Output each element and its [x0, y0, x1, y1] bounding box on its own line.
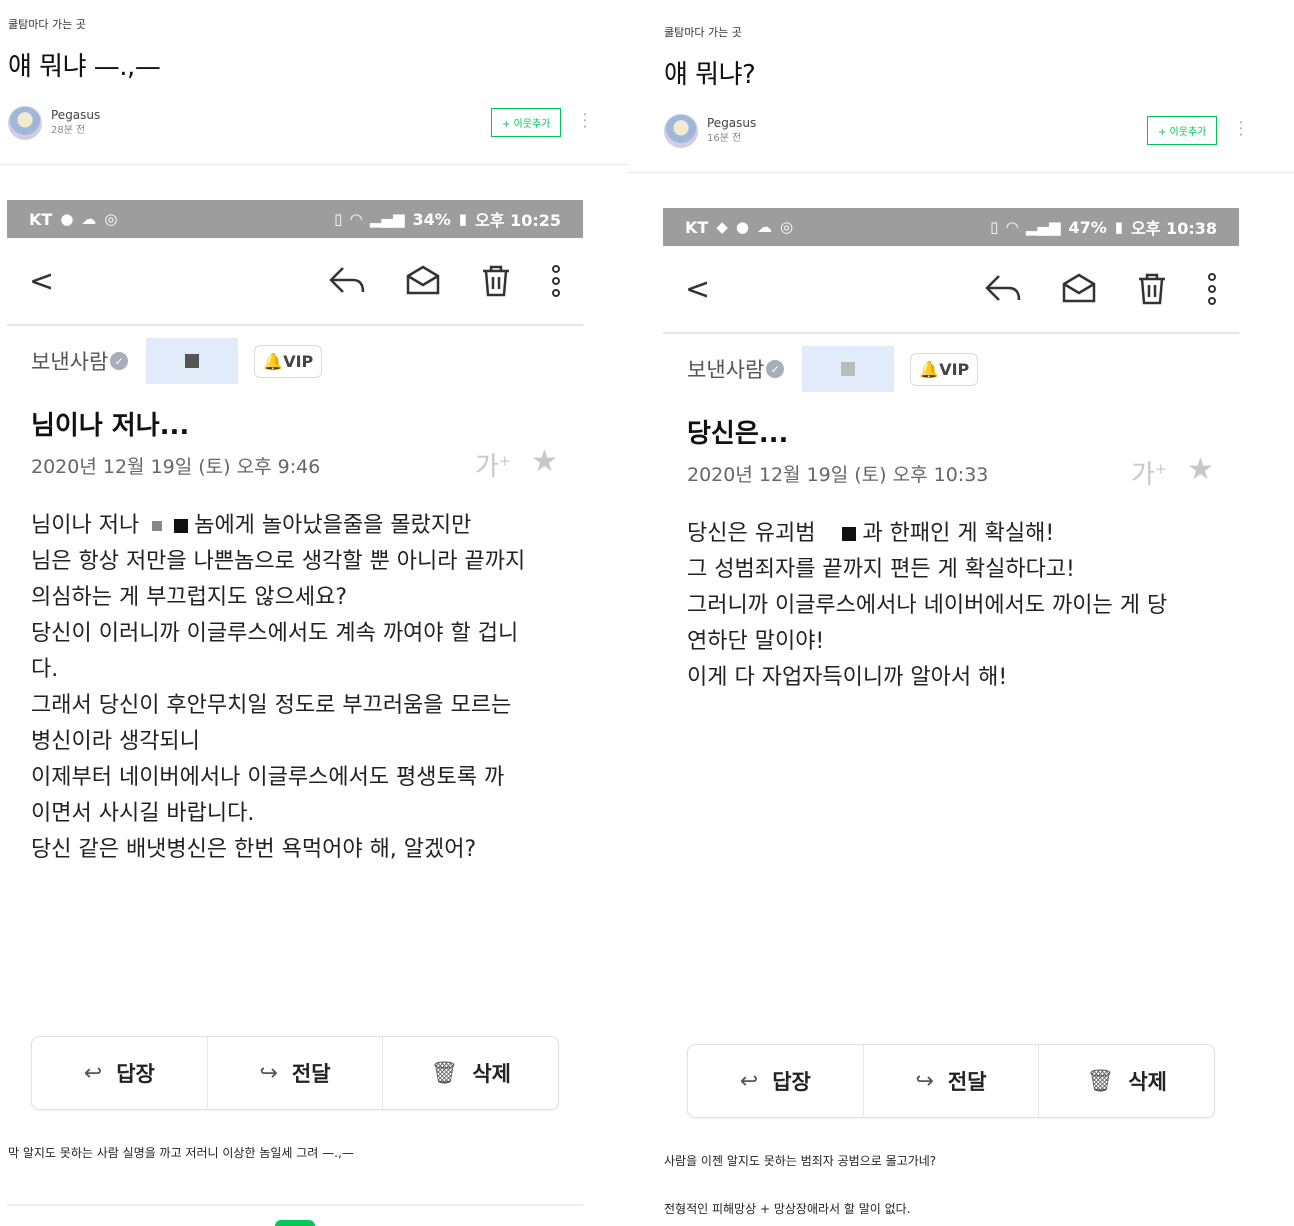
post-title: 얘 뭐냐? — [664, 60, 756, 90]
signal-icon: ▂▄▆ — [369, 210, 405, 228]
mail-body: 당신은 유괴범 과 한패인 게 확실해! 그 성범죄자를 끝까지 편든 게 확실… — [687, 521, 1168, 690]
post-time: 28분 전 — [51, 125, 86, 136]
mail-date: 2020년 12월 19일 (토) 오후 9:46 — [31, 456, 321, 478]
carrier-label: KT — [29, 209, 53, 229]
accessibility-icon: ◎ — [779, 218, 794, 236]
mail-toolbar: < — [7, 238, 583, 326]
star-icon[interactable]: ★ — [531, 444, 558, 479]
kebab-menu-icon[interactable] — [551, 264, 561, 298]
mail-subject: 님이나 저나... — [31, 411, 190, 441]
author-name[interactable]: Pegasus — [707, 115, 756, 131]
forward-button[interactable]: ↪ 전달 — [864, 1045, 1040, 1117]
talk-icon: ● — [735, 218, 749, 236]
accessibility-icon: ◎ — [104, 210, 118, 228]
more-options-icon[interactable]: ⋮ — [1232, 120, 1250, 138]
reply-button[interactable]: ↩ 답장 — [688, 1045, 864, 1117]
wifi-icon: ◠ — [350, 210, 362, 228]
divider — [0, 164, 628, 165]
battery-icon: ▮ — [1114, 218, 1124, 236]
reply-icon[interactable] — [985, 272, 1021, 304]
chevron-down-icon[interactable]: ✓ — [110, 352, 129, 370]
kebab-menu-icon[interactable] — [1207, 272, 1217, 306]
sender-row: 보낸사람 ✓ 🔔VIP — [687, 346, 979, 392]
delete-button[interactable]: 🗑 삭제 — [383, 1037, 558, 1109]
email-screenshot: KT ◆ ● ☁ ◎ ▯ ◠ ▂▄▆ 47% ▮ 오후 10:38 < 보낸사람… — [663, 208, 1239, 1123]
post-title: 얘 뭐냐 —.,— — [8, 52, 161, 82]
battery-percent: 47% — [1068, 217, 1107, 237]
sender-redacted[interactable] — [146, 338, 239, 384]
divider — [7, 1204, 583, 1206]
mail-subject: 당신은... — [687, 419, 789, 449]
mail-action-bar: ↩ 답장 ↪ 전달 🗑 삭제 — [687, 1044, 1215, 1118]
battery-icon: ▮ — [458, 210, 468, 228]
vibrate-icon: ▯ — [334, 210, 343, 228]
author-row: Pegasus 16분 전 — [664, 114, 756, 148]
delete-button[interactable]: 🗑 삭제 — [1039, 1045, 1214, 1117]
green-button-edge[interactable] — [275, 1220, 315, 1226]
vip-button[interactable]: 🔔VIP — [910, 352, 979, 386]
sender-redacted[interactable] — [802, 346, 895, 392]
avatar[interactable] — [8, 106, 42, 140]
forward-arrow-icon: ↪ — [259, 1060, 278, 1086]
trash-icon: 🗑 — [430, 1060, 459, 1086]
clock: 오후 10:25 — [475, 211, 561, 230]
battery-percent: 34% — [412, 209, 451, 229]
mark-unread-icon[interactable] — [405, 264, 441, 296]
trash-icon[interactable] — [1137, 272, 1167, 306]
sender-label: 보낸사람 — [31, 350, 109, 374]
clock: 오후 10:38 — [1131, 219, 1217, 238]
reply-arrow-icon: ↩ — [83, 1060, 103, 1086]
chevron-down-icon[interactable]: ✓ — [766, 360, 785, 378]
reply-arrow-icon: ↩ — [739, 1068, 759, 1094]
post-caption: 사람을 이젠 알지도 못하는 범죄자 공범으로 몰고가네? — [664, 1154, 937, 1168]
back-arrow-icon[interactable]: < — [685, 272, 710, 307]
cloud-icon: ☁ — [81, 210, 97, 228]
trash-icon: 🗑 — [1086, 1068, 1115, 1094]
sender-row: 보낸사람 ✓ 🔔VIP — [31, 338, 323, 384]
category-label[interactable]: 쿨탐마다 가는 곳 — [8, 16, 86, 32]
status-bar: KT ◆ ● ☁ ◎ ▯ ◠ ▂▄▆ 47% ▮ 오후 10:38 — [663, 208, 1239, 246]
font-size-icon[interactable]: 가+ — [1131, 454, 1167, 491]
reply-icon[interactable] — [329, 264, 365, 296]
carrier-label: KT — [685, 217, 709, 237]
talk-icon: ● — [60, 210, 74, 228]
cloud-icon: ☁ — [756, 218, 772, 236]
mail-action-bar: ↩ 답장 ↪ 전달 🗑 삭제 — [31, 1036, 559, 1110]
more-options-icon[interactable]: ⋮ — [576, 112, 594, 130]
add-neighbor-button[interactable]: + 이웃추가 — [1147, 116, 1218, 145]
divider — [628, 172, 1294, 173]
signal-icon: ▂▄▆ — [1025, 218, 1061, 236]
post-time: 16분 전 — [707, 133, 742, 144]
back-arrow-icon[interactable]: < — [29, 264, 54, 299]
sender-label: 보낸사람 — [687, 358, 765, 382]
email-screenshot: KT ● ☁ ◎ ▯ ◠ ▂▄▆ 34% ▮ 오후 10:25 < 보낸사람 ✓… — [7, 200, 583, 1115]
add-neighbor-button[interactable]: + 이웃추가 — [491, 108, 562, 137]
trash-icon[interactable] — [481, 264, 511, 298]
vip-label: VIP — [283, 351, 314, 371]
vip-label: VIP — [939, 359, 970, 379]
post-caption: 전형적인 피해망상 + 망상장애라서 할 말이 없다. — [664, 1202, 911, 1216]
author-name[interactable]: Pegasus — [51, 107, 100, 123]
mail-toolbar: < — [663, 246, 1239, 334]
forward-button[interactable]: ↪ 전달 — [208, 1037, 384, 1109]
avatar[interactable] — [664, 114, 698, 148]
status-bar: KT ● ☁ ◎ ▯ ◠ ▂▄▆ 34% ▮ 오후 10:25 — [7, 200, 583, 238]
reply-button[interactable]: ↩ 답장 — [32, 1037, 208, 1109]
category-label[interactable]: 쿨탐마다 가는 곳 — [664, 24, 742, 40]
mark-unread-icon[interactable] — [1061, 272, 1097, 304]
author-row: Pegasus 28분 전 — [8, 106, 100, 140]
mail-date: 2020년 12월 19일 (토) 오후 10:33 — [687, 464, 989, 486]
mail-body: 님이나 저나 놈에게 놀아났을줄을 몰랐지만 님은 항상 저만을 나쁜놈으로 생… — [31, 513, 526, 862]
vip-button[interactable]: 🔔VIP — [254, 344, 323, 378]
vibrate-icon: ▯ — [990, 218, 999, 236]
game-icon: ◆ — [716, 218, 728, 236]
post-caption: 막 알지도 못하는 사람 실명을 까고 저러니 이상한 놈일세 그려 —.,— — [8, 1146, 354, 1160]
wifi-icon: ◠ — [1006, 218, 1018, 236]
font-size-icon[interactable]: 가+ — [475, 446, 511, 483]
star-icon[interactable]: ★ — [1187, 452, 1214, 487]
forward-arrow-icon: ↪ — [915, 1068, 934, 1094]
